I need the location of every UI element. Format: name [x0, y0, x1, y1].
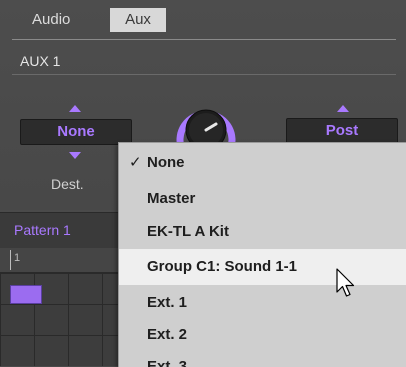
aux-channel-title: AUX 1: [20, 53, 61, 69]
dest-increment-arrow-up-icon[interactable]: [69, 105, 81, 112]
tab-divider: [12, 39, 396, 40]
destination-selector[interactable]: None: [20, 119, 132, 145]
menu-item-group-c1-sound[interactable]: Group C1: Sound 1-1: [119, 249, 406, 285]
menu-item-label: Ext. 2: [147, 326, 188, 343]
menu-item-ext-2[interactable]: Ext. 2: [119, 319, 406, 351]
menu-item-ext-3[interactable]: Ext. 3: [119, 351, 406, 367]
mouse-cursor-icon: [336, 268, 358, 300]
dest-decrement-arrow-down-icon[interactable]: [69, 152, 81, 159]
ruler-bar-number: 1: [14, 252, 21, 264]
menu-item-ek-tl-a-kit[interactable]: EK-TL A Kit: [119, 216, 406, 248]
ruler-marker: [10, 250, 11, 270]
check-icon: ✓: [129, 154, 142, 171]
tab-audio[interactable]: Audio: [22, 8, 80, 32]
menu-item-label: Group C1: Sound 1-1: [147, 258, 297, 275]
post-increment-arrow-up-icon[interactable]: [337, 105, 349, 112]
destination-dropdown-menu: ✓ None Master EK-TL A Kit Group C1: Soun…: [118, 142, 406, 367]
menu-item-label: Master: [147, 190, 196, 207]
note-event[interactable]: [10, 285, 42, 304]
section-divider: [12, 74, 396, 75]
menu-item-label: None: [147, 154, 185, 171]
menu-item-label: EK-TL A Kit: [147, 223, 229, 240]
menu-item-none[interactable]: ✓ None: [119, 147, 406, 179]
post-selector[interactable]: Post: [286, 118, 398, 144]
destination-label: Dest.: [51, 176, 84, 192]
menu-item-ext-1[interactable]: Ext. 1: [119, 287, 406, 319]
tab-aux[interactable]: Aux: [110, 8, 166, 32]
menu-item-master[interactable]: Master: [119, 183, 406, 215]
pattern-name[interactable]: Pattern 1: [14, 222, 71, 238]
menu-item-label: Ext. 1: [147, 294, 188, 311]
